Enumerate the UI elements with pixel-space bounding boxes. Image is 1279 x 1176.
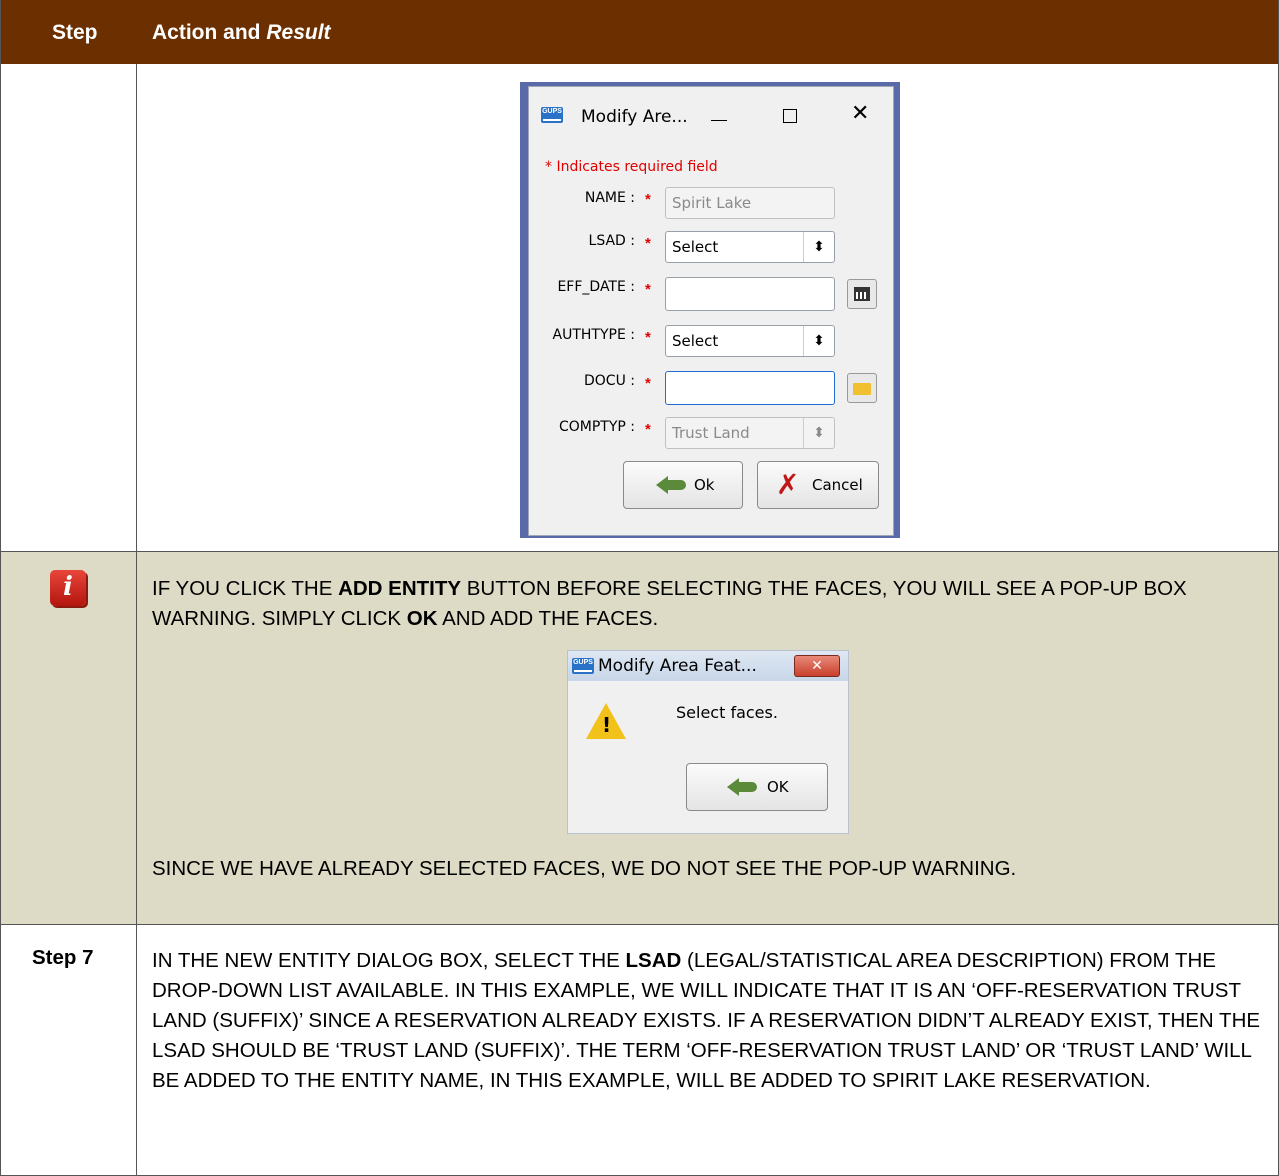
required-star: * bbox=[645, 281, 651, 298]
required-star: * bbox=[645, 421, 651, 438]
maximize-icon[interactable] bbox=[783, 109, 797, 123]
lsad-label: LSAD : bbox=[588, 233, 635, 249]
note-text: AND ADD THE FACES. bbox=[437, 607, 659, 630]
table-border-left bbox=[0, 0, 1, 1176]
effdate-label: EFF_DATE : bbox=[557, 279, 635, 295]
calendar-icon[interactable] bbox=[847, 279, 877, 309]
step-text: IN THE NEW ENTITY DIALOG BOX, SELECT THE bbox=[152, 949, 626, 972]
cancel-button-label: Cancel bbox=[812, 476, 863, 494]
close-icon[interactable]: ✕ bbox=[851, 101, 869, 126]
column-divider bbox=[136, 64, 137, 1176]
warning-message: Select faces. bbox=[676, 703, 778, 722]
required-note: * Indicates required field bbox=[545, 159, 718, 175]
select-faces-warning-dialog: GUPS Modify Area Feat... ✕ ! Select face… bbox=[567, 650, 849, 834]
comptyp-label: COMPTYP : bbox=[558, 419, 635, 435]
docu-label: DOCU : bbox=[584, 373, 635, 389]
comptyp-select[interactable]: Trust Land ⬍ bbox=[665, 417, 835, 449]
lsad-select[interactable]: Select ⬍ bbox=[665, 231, 835, 263]
select-arrows-icon: ⬍ bbox=[803, 418, 834, 448]
header-action: Action and Result bbox=[152, 21, 331, 45]
note-paragraph-1: IF YOU CLICK THE ADD ENTITY BUTTON BEFOR… bbox=[152, 574, 1262, 634]
warning-title: Modify Area Feat... bbox=[598, 656, 757, 676]
select-arrows-icon: ⬍ bbox=[803, 232, 834, 262]
info-icon-glyph: i bbox=[63, 572, 73, 602]
warning-icon-mark: ! bbox=[602, 713, 612, 737]
step-7-text: IN THE NEW ENTITY DIALOG BOX, SELECT THE… bbox=[152, 946, 1264, 1096]
row-divider bbox=[0, 924, 1279, 925]
ok-button[interactable]: OK bbox=[686, 763, 828, 811]
required-star: * bbox=[645, 191, 651, 208]
select-arrows-icon: ⬍ bbox=[803, 326, 834, 356]
ok-button-label: OK bbox=[767, 778, 789, 796]
folder-icon[interactable] bbox=[847, 373, 877, 403]
header-step: Step bbox=[52, 21, 98, 44]
note-bold: OK bbox=[406, 607, 438, 630]
row-divider bbox=[0, 551, 1279, 552]
dialog-body: GUPS Modify Are... ✕ * Indicates require… bbox=[528, 86, 894, 536]
dialog-title: Modify Are... bbox=[581, 107, 688, 127]
step-7-label: Step 7 bbox=[32, 946, 94, 969]
ok-button[interactable]: Ok bbox=[623, 461, 743, 509]
note-paragraph-2: SINCE WE HAVE ALREADY SELECTED FACES, WE… bbox=[152, 857, 1017, 880]
required-star: * bbox=[645, 329, 651, 346]
cancel-x-icon: ✗ bbox=[776, 468, 800, 501]
header-action-text: Action and bbox=[152, 21, 267, 44]
cancel-button[interactable]: ✗ Cancel bbox=[757, 461, 879, 509]
ok-arrow-icon bbox=[656, 474, 690, 496]
gups-app-icon: GUPS bbox=[572, 658, 594, 674]
effdate-field[interactable] bbox=[665, 277, 835, 311]
info-icon: i bbox=[50, 570, 86, 606]
required-star: * bbox=[645, 235, 651, 252]
name-field[interactable]: Spirit Lake bbox=[665, 187, 835, 219]
ok-arrow-icon bbox=[727, 776, 761, 798]
note-text: IF YOU CLICK THE bbox=[152, 577, 339, 600]
modify-area-dialog: GUPS Modify Are... ✕ * Indicates require… bbox=[520, 82, 900, 538]
note-bold: ADD ENTITY bbox=[338, 577, 462, 600]
authtype-select-value: Select bbox=[672, 332, 719, 350]
instruction-table: Step Action and Result GUPS Modify Are..… bbox=[0, 0, 1279, 1176]
warning-titlebar: GUPS Modify Area Feat... ✕ bbox=[568, 651, 848, 681]
authtype-label: AUTHTYPE : bbox=[552, 327, 635, 343]
step-bold: LSAD bbox=[625, 949, 682, 972]
name-label: NAME : bbox=[584, 190, 635, 206]
lsad-select-value: Select bbox=[672, 238, 719, 256]
minimize-icon[interactable] bbox=[711, 120, 727, 121]
authtype-select[interactable]: Select ⬍ bbox=[665, 325, 835, 357]
header-action-italic: Result bbox=[266, 21, 331, 44]
gups-app-icon: GUPS bbox=[541, 107, 563, 123]
required-star: * bbox=[645, 375, 651, 392]
close-icon[interactable]: ✕ bbox=[794, 655, 840, 677]
docu-field[interactable] bbox=[665, 371, 835, 405]
table-header: Step Action and Result bbox=[0, 0, 1279, 64]
ok-button-label: Ok bbox=[694, 476, 715, 494]
comptyp-select-value: Trust Land bbox=[672, 424, 750, 442]
